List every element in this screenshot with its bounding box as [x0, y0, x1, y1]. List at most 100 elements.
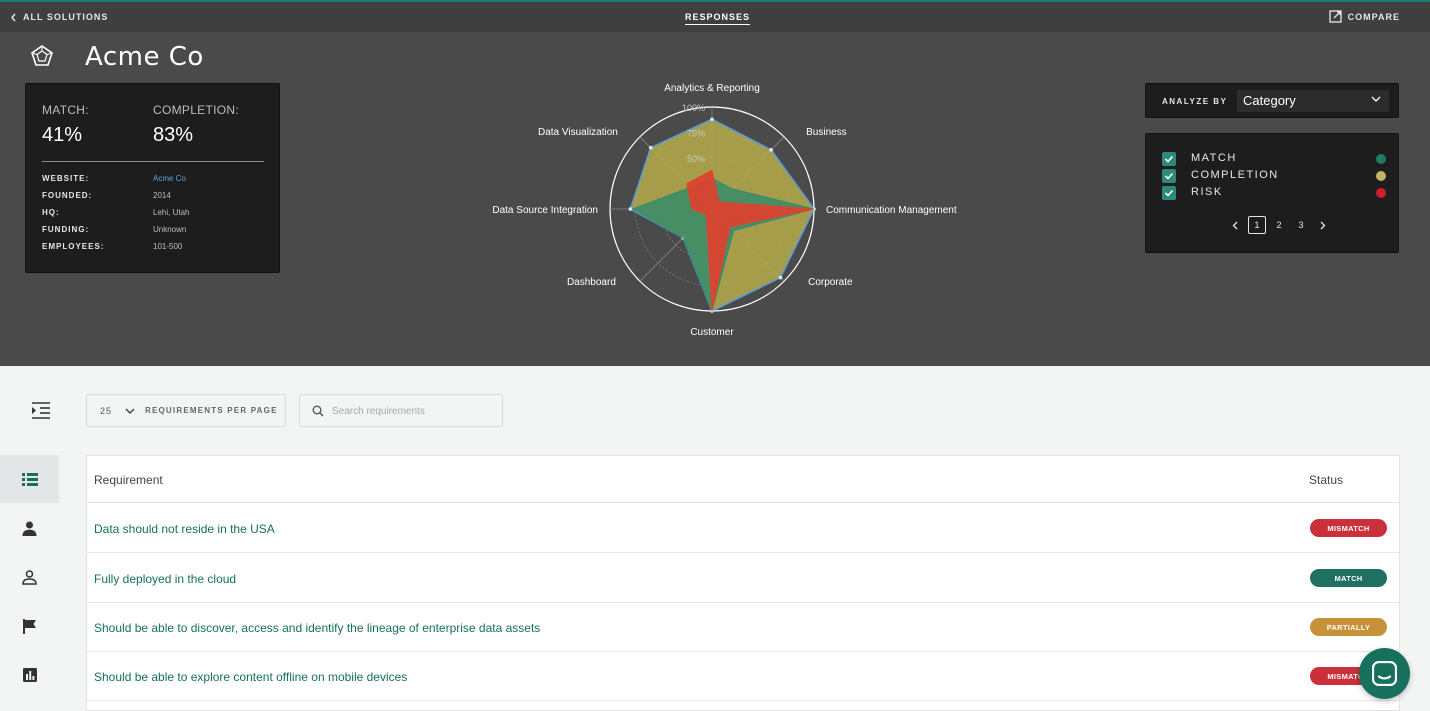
company-summary-card: MATCH: 41% COMPLETION: 83% WEBSITE: Acme…: [25, 83, 280, 273]
all-solutions-label: ALL SOLUTIONS: [23, 12, 109, 22]
person-icon: [22, 521, 37, 536]
radar-category-label: Customer: [690, 327, 734, 338]
status-badge: MATCH: [1310, 569, 1387, 587]
search-input[interactable]: [332, 402, 496, 420]
analyze-by-panel: ANALYZE BY Category: [1145, 83, 1399, 118]
page-3-button[interactable]: 3: [1292, 216, 1310, 234]
radar-category-label: Communication Management: [826, 205, 957, 216]
completion-value: 83%: [153, 124, 194, 146]
requirement-link[interactable]: Should be able to discover, access and i…: [94, 621, 540, 635]
website-label: WEBSITE:: [42, 174, 90, 183]
prev-page-button[interactable]: [1226, 216, 1244, 234]
column-status: Status: [1309, 473, 1344, 487]
match-value: 41%: [42, 124, 83, 146]
website-link[interactable]: Acme Co: [153, 174, 186, 183]
chat-launcher-button[interactable]: [1359, 648, 1410, 699]
legend-item-match: MATCH: [1162, 152, 1386, 166]
founded-label: FOUNDED:: [42, 191, 93, 200]
requirements-table: Requirement Status Data should not resid…: [86, 455, 1400, 711]
chevron-down-icon: [1371, 96, 1381, 102]
founded-value: 2014: [153, 191, 171, 200]
radar-category-label: Data Source Integration: [492, 205, 598, 216]
compare-button[interactable]: COMPARE: [1329, 10, 1400, 23]
radar-tick-label: 50%: [687, 154, 705, 164]
funding-value: Unknown: [153, 225, 187, 234]
next-page-button[interactable]: [1314, 216, 1332, 234]
table-row: Fully deployed in the cloud MATCH: [87, 554, 1399, 603]
legend-item-risk: RISK: [1162, 186, 1386, 200]
per-page-label: REQUIREMENTS PER PAGE: [145, 406, 278, 415]
radar-category-label: Data Visualization: [538, 127, 618, 138]
per-page-select[interactable]: 25 REQUIREMENTS PER PAGE: [86, 394, 286, 427]
radar-point: [710, 117, 714, 122]
legend-dot: [1376, 171, 1386, 181]
company-title: Acme Co: [85, 42, 204, 72]
table-row: Should be able to explore content offlin…: [87, 652, 1399, 701]
company-logo-icon: [31, 45, 53, 66]
risk-checkbox[interactable]: [1162, 186, 1176, 200]
hq-value: Lehi, Utah: [153, 208, 190, 217]
side-item-person-outline[interactable]: [0, 553, 59, 601]
chevron-left-icon: [1232, 221, 1238, 229]
employees-label: EMPLOYEES:: [42, 242, 105, 251]
search-box: [299, 394, 503, 427]
radar-point: [778, 275, 783, 280]
side-item-requirements[interactable]: [0, 455, 59, 503]
hq-label: HQ:: [42, 208, 60, 217]
radar-category-label: Business: [806, 127, 847, 138]
legend-label: RISK: [1191, 186, 1223, 198]
all-solutions-link[interactable]: ALL SOLUTIONS: [10, 12, 108, 22]
table-row: Data should not reside in the USA MISMAT…: [87, 504, 1399, 553]
check-icon: [1164, 155, 1174, 163]
table-header: Requirement Status: [87, 456, 1399, 503]
radar-tick-label: 100%: [682, 103, 705, 113]
radar-point: [648, 145, 653, 150]
side-item-flag[interactable]: [0, 602, 59, 650]
completion-checkbox[interactable]: [1162, 169, 1176, 183]
side-item-reports[interactable]: [0, 651, 59, 699]
chevron-down-icon: [125, 408, 135, 415]
match-checkbox[interactable]: [1162, 152, 1176, 166]
legend-dot: [1376, 154, 1386, 164]
column-requirement: Requirement: [94, 473, 163, 487]
legend-label: MATCH: [1191, 152, 1237, 164]
bar-chart-icon: [22, 668, 37, 682]
page-1-button[interactable]: 1: [1248, 216, 1266, 234]
radar-category-label: Corporate: [808, 277, 853, 288]
flag-icon: [22, 618, 36, 634]
funding-label: FUNDING:: [42, 225, 90, 234]
page-2-button[interactable]: 2: [1270, 216, 1288, 234]
top-nav-bar: ALL SOLUTIONS RESPONSES COMPARE: [0, 2, 1430, 32]
analyze-by-label: ANALYZE BY: [1162, 97, 1228, 106]
radar-tick-label: 75%: [687, 129, 705, 139]
card-divider: [42, 161, 264, 162]
per-page-value: 25: [100, 406, 113, 416]
table-row: Should be able to discover, access and i…: [87, 603, 1399, 652]
requirement-link[interactable]: Fully deployed in the cloud: [94, 572, 236, 586]
legend-label: COMPLETION: [1191, 169, 1279, 181]
requirement-link[interactable]: Should be able to explore content offlin…: [94, 670, 407, 684]
completion-label: COMPLETION:: [153, 103, 239, 117]
radar-category-label: Analytics & Reporting: [664, 83, 760, 94]
search-icon: [312, 405, 324, 417]
analyze-by-value: Category: [1243, 93, 1296, 108]
indent-menu-icon[interactable]: [30, 401, 52, 421]
chat-icon: [1372, 661, 1397, 686]
legend-item-completion: COMPLETION: [1162, 169, 1386, 183]
legend-panel: MATCH COMPLETION RISK 1 2 3: [1145, 133, 1399, 253]
tab-responses[interactable]: RESPONSES: [685, 12, 751, 25]
external-edit-icon: [1329, 10, 1342, 23]
radar-chart: 100% 75% 50% Analytics & Reporting Business C…: [492, 83, 957, 338]
side-item-person[interactable]: [0, 504, 59, 552]
check-icon: [1164, 172, 1174, 180]
list-icon: [21, 472, 38, 486]
chevron-left-icon: [11, 13, 16, 21]
analyze-by-select[interactable]: Category: [1237, 90, 1389, 112]
legend-pagination: 1 2 3: [1226, 216, 1332, 234]
compare-label: COMPARE: [1347, 11, 1400, 22]
header-panel: ALL SOLUTIONS RESPONSES COMPARE Acme Co …: [0, 0, 1430, 366]
status-badge: MISMATCH: [1310, 519, 1387, 537]
legend-dot: [1376, 188, 1386, 198]
requirement-link[interactable]: Data should not reside in the USA: [94, 522, 275, 536]
chevron-right-icon: [1320, 221, 1326, 229]
